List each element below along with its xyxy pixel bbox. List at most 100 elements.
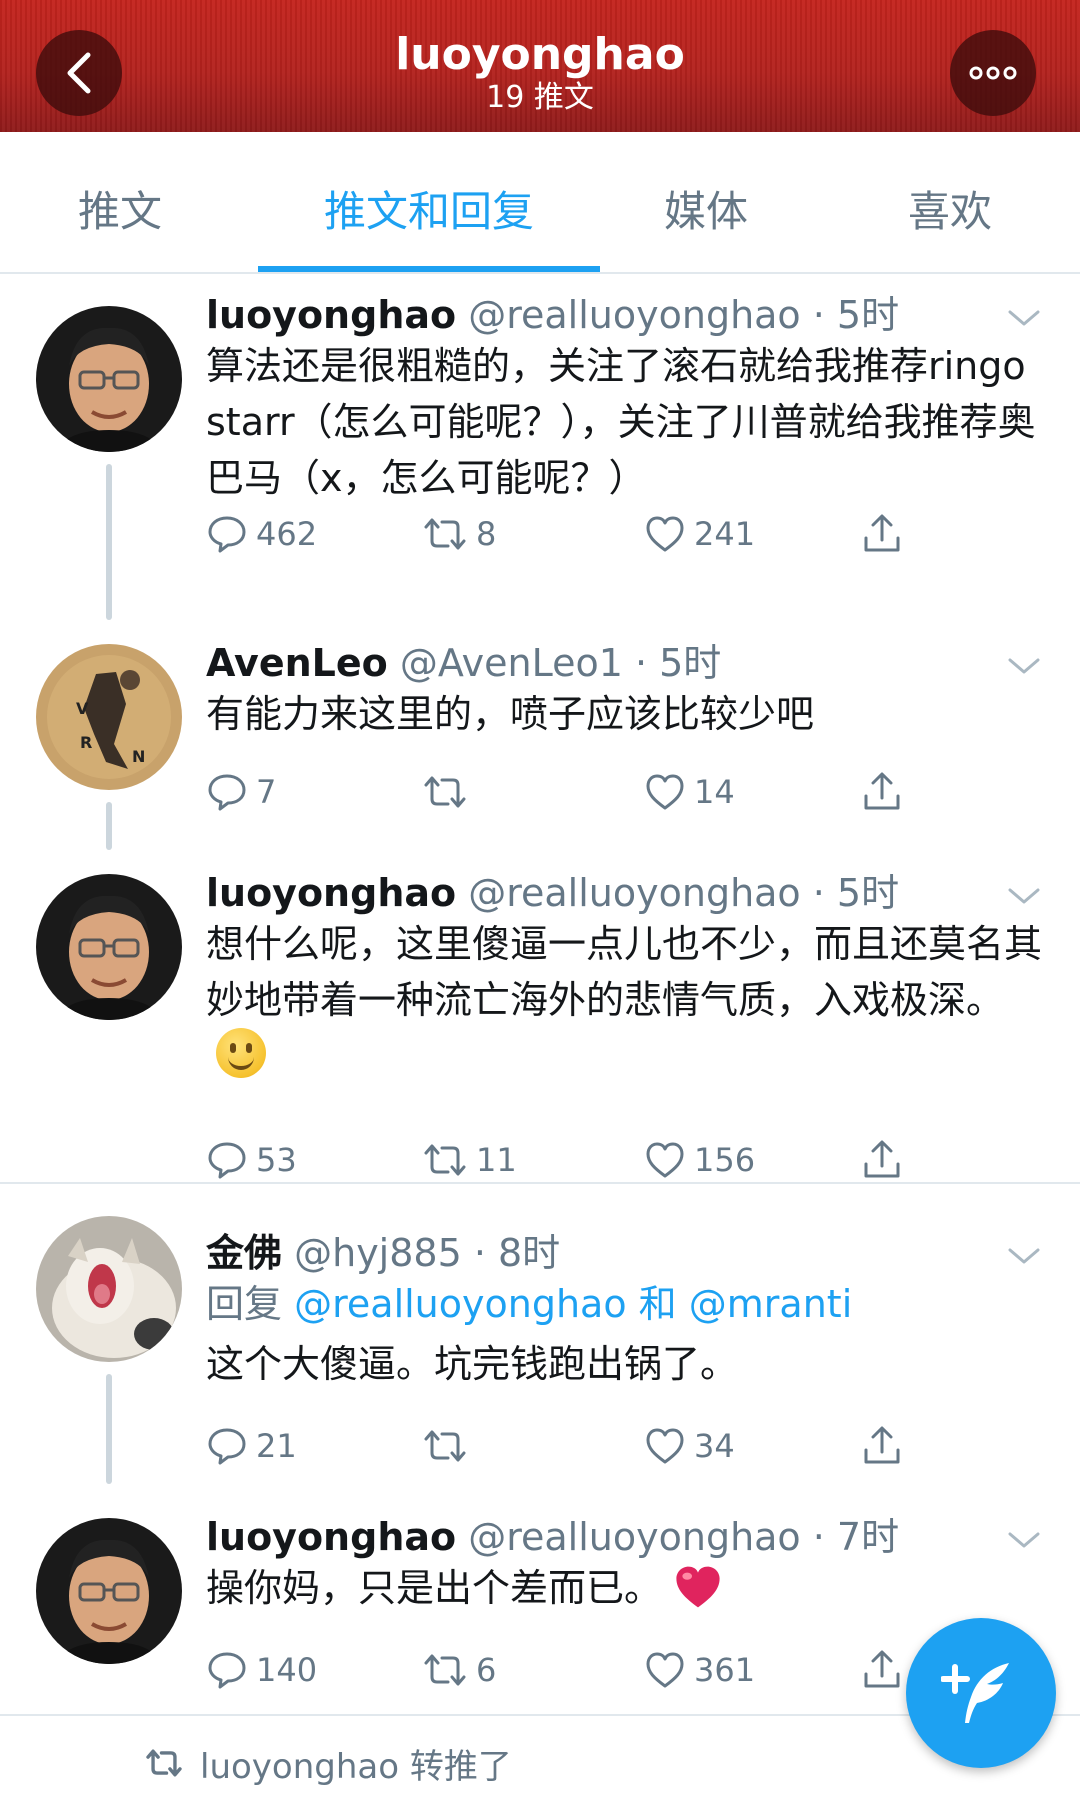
retweet-count: 8 (476, 515, 497, 553)
share-icon (864, 772, 900, 810)
like-count: 241 (694, 515, 756, 553)
share-icon (864, 1140, 900, 1178)
tweet[interactable]: luoyonghao @realluoyonghao · 5时 算法还是很粗糙的… (0, 272, 1080, 620)
red-heart-emoji (676, 1566, 720, 1608)
tweet-text: 操你妈，只是出个差而已。 (206, 1560, 1046, 1616)
reply-count: 21 (256, 1427, 297, 1465)
like-button[interactable]: 156 (644, 1132, 755, 1188)
display-name[interactable]: AvenLeo (206, 641, 388, 685)
tweet-text-content: 想什么呢，这里傻逼一点儿也不少，而且还莫名其妙地带着一种流亡海外的悲情气质，入戏… (206, 922, 1043, 1022)
tab-tweets[interactable]: 推文 (0, 132, 240, 272)
reply-count: 140 (256, 1651, 318, 1689)
tweet-header: luoyonghao @realluoyonghao · 7时 (206, 1514, 899, 1560)
tweet[interactable]: 金佛 @hyj885 · 8时 回复 @realluoyonghao 和 @mr… (0, 1184, 1080, 1484)
reply-count: 53 (256, 1141, 297, 1179)
share-button[interactable] (860, 506, 904, 562)
tweet-header: luoyonghao @realluoyonghao · 5时 (206, 292, 899, 338)
handle-and-time: @realluoyonghao · 5时 (468, 293, 900, 337)
reply-icon (208, 1652, 246, 1689)
tweet-text: 有能力来这里的，喷子应该比较少吧 (206, 692, 815, 736)
retweet-count: 6 (476, 1651, 497, 1689)
reply-icon (208, 774, 246, 811)
chevron-down-icon[interactable] (1006, 884, 1042, 908)
reply-button[interactable]: 53 (206, 1132, 297, 1188)
tweet-header: luoyonghao @realluoyonghao · 5时 (206, 870, 899, 916)
handle-and-time: @realluoyonghao · 5时 (468, 871, 900, 915)
tab-media[interactable]: 媒体 (600, 132, 812, 272)
mention-link[interactable]: @mranti (689, 1282, 852, 1326)
share-button[interactable] (860, 1418, 904, 1474)
retweet-button[interactable]: 8 (422, 506, 496, 562)
like-count: 156 (694, 1141, 756, 1179)
like-button[interactable]: 241 (644, 506, 755, 562)
chevron-down-icon[interactable] (1006, 654, 1042, 678)
retweet-context: luoyonghao 转推了 (144, 1740, 512, 1787)
compose-feather-icon (941, 1663, 1009, 1723)
heart-icon (646, 1142, 684, 1178)
display-name[interactable]: 金佛 (206, 1231, 282, 1275)
tab-tweets-and-replies[interactable]: 推文和回复 (258, 132, 600, 272)
reply-prefix: 回复 (206, 1282, 283, 1326)
more-button[interactable] (950, 30, 1036, 116)
tweet-actions: 7 14 (0, 764, 1080, 820)
share-icon (864, 1426, 900, 1464)
reply-button[interactable]: 7 (206, 764, 276, 820)
retweet-count: 11 (476, 1141, 517, 1179)
avatar[interactable] (36, 306, 182, 452)
display-name[interactable]: luoyonghao (206, 871, 456, 915)
tweet-header: 金佛 @hyj885 · 8时 (206, 1230, 560, 1276)
like-button[interactable]: 14 (644, 764, 735, 820)
reply-button[interactable]: 21 (206, 1418, 297, 1474)
profile-header: luoyonghao 19 推文 (0, 0, 1080, 132)
retweet-button[interactable] (422, 1418, 476, 1474)
like-count: 361 (694, 1651, 756, 1689)
tweet-actions: 21 34 (0, 1418, 1080, 1474)
avatar[interactable] (36, 874, 182, 1020)
compose-tweet-button[interactable] (906, 1618, 1056, 1768)
reply-icon (208, 1142, 246, 1179)
retweet-button[interactable]: 6 (422, 1642, 496, 1698)
retweet-context-label: luoyonghao 转推了 (200, 1746, 512, 1787)
reply-button[interactable]: 140 (206, 1642, 317, 1698)
avatar[interactable] (36, 1216, 182, 1362)
retweet-icon (146, 1749, 182, 1777)
handle-and-time: @hyj885 · 8时 (294, 1231, 561, 1275)
tweet-text: 算法还是很粗糙的，关注了滚石就给我推荐ringo starr（怎么可能呢？），关… (206, 344, 1036, 500)
tweet-header: AvenLeo @AvenLeo1 · 5时 (206, 640, 721, 686)
chevron-down-icon[interactable] (1006, 1244, 1042, 1268)
share-button[interactable] (860, 764, 904, 820)
retweet-icon (424, 1430, 466, 1462)
tab-likes[interactable]: 喜欢 (842, 132, 1058, 272)
tweet[interactable]: luoyonghao @realluoyonghao · 5时 想什么呢，这里傻… (0, 850, 1080, 1182)
smiling-face-emoji (216, 1028, 266, 1078)
retweet-icon (424, 1654, 466, 1686)
like-button[interactable]: 361 (644, 1642, 755, 1698)
tweet[interactable]: V R N AvenLeo @AvenLeo1 · 5时 有能力来这里的，喷子应… (0, 620, 1080, 850)
share-button[interactable] (860, 1132, 904, 1188)
retweet-icon (424, 518, 466, 550)
share-icon (864, 514, 900, 552)
tweet-count: 19 推文 (486, 80, 594, 115)
chevron-down-icon[interactable] (1006, 306, 1042, 330)
tweet-actions: 53 11 156 (0, 1132, 1080, 1188)
profile-tabs: 推文 推文和回复 媒体 喜欢 (0, 132, 1080, 274)
mention-link[interactable]: @realluoyonghao (294, 1282, 626, 1326)
like-count: 14 (694, 773, 735, 811)
reply-button[interactable]: 462 (206, 506, 317, 562)
share-icon (864, 1650, 900, 1688)
retweet-button[interactable]: 11 (422, 1132, 517, 1188)
share-button[interactable] (860, 1642, 904, 1698)
heart-icon (646, 516, 684, 552)
tweet-text: 这个大傻逼。坑完钱跑出锅了。 (206, 1342, 739, 1386)
retweet-icon (424, 776, 466, 808)
display-name[interactable]: luoyonghao (206, 1515, 456, 1559)
chevron-down-icon[interactable] (1006, 1528, 1042, 1552)
reply-count: 462 (256, 515, 318, 553)
retweet-button[interactable] (422, 764, 476, 820)
like-button[interactable]: 34 (644, 1418, 735, 1474)
replying-to: 回复 @realluoyonghao 和 @mranti (206, 1276, 852, 1332)
tweet-actions: 462 8 241 (0, 506, 1080, 562)
tweet-text-content: 操你妈，只是出个差而已。 (206, 1566, 663, 1610)
display-name[interactable]: luoyonghao (206, 293, 456, 337)
svg-text:V: V (76, 699, 89, 718)
